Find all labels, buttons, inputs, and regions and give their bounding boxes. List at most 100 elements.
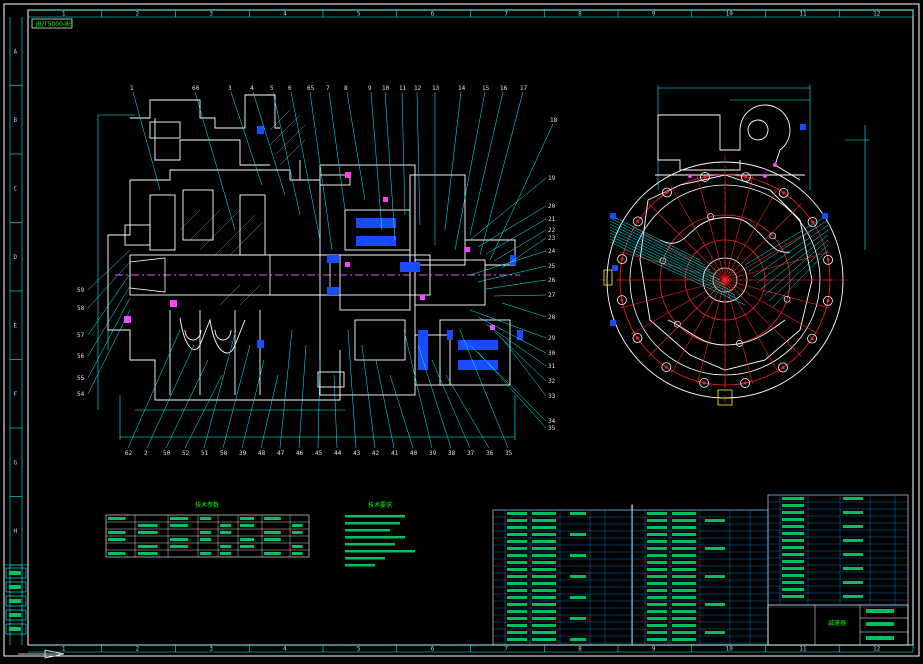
balloon-label-left: 56 (77, 353, 85, 360)
bom-row-mark (672, 596, 696, 599)
balloon-label-bottom: 38 (448, 450, 456, 457)
balloon-label-top: 16 (500, 85, 508, 92)
bom-row-mark (570, 533, 586, 536)
tech-req-lines (345, 515, 415, 567)
corner-stamp: JB/T5000-85 (31, 18, 73, 29)
balloon-label-right: 28 (548, 314, 556, 321)
balloon-label-bottom: 52 (182, 450, 190, 457)
bom-row-mark (647, 533, 667, 536)
bom-row-mark (705, 603, 725, 606)
balloon-label-bottom: 46 (296, 450, 304, 457)
bom-row-mark (647, 540, 667, 543)
spec-cell-mark (220, 524, 232, 527)
spec-cell-mark (200, 552, 212, 555)
bolt-hole-center (781, 366, 785, 370)
bom-row-mark (647, 554, 667, 557)
bom-row-mark (647, 603, 667, 606)
bom-row-mark (532, 631, 556, 634)
balloon-label-bottom: 43 (353, 450, 361, 457)
balloon-label-top: 10 (382, 85, 390, 92)
title-block-name: 减速器 (828, 619, 846, 627)
leader-lines-left (87, 249, 131, 395)
balloon-label-left: 55 (77, 375, 85, 382)
bom-row-mark (782, 511, 804, 514)
bom-row-mark (672, 519, 696, 522)
tech-req-line (345, 515, 405, 518)
bottom-ruler-label: 7 (504, 646, 508, 653)
bom-row-mark (507, 512, 527, 515)
inner-border (27, 9, 914, 646)
bom-row-mark (507, 533, 527, 536)
bom-row-mark (532, 582, 556, 585)
bom-row-mark (647, 512, 667, 515)
bom-row-mark (570, 554, 586, 557)
bom-row-mark (532, 547, 556, 550)
balloon-label-bottom: 36 (486, 450, 494, 457)
bom-row-mark (782, 504, 804, 507)
spec-cell-mark (264, 538, 281, 541)
balloon-label-top: 8 (344, 85, 348, 92)
orientation-arrow (18, 649, 65, 659)
spec-cell-mark (170, 538, 189, 541)
bom-row-mark (782, 546, 804, 549)
bom-row-mark (647, 610, 667, 613)
main-shaft (115, 254, 520, 296)
balloon-label-right: 34 (548, 418, 556, 425)
balloon-label-top: 15 (482, 85, 490, 92)
bom-row-mark (843, 539, 863, 542)
bom-row-mark (507, 624, 527, 627)
bom-row-mark (672, 540, 696, 543)
tech-req-line (345, 564, 375, 567)
bom-row-mark (647, 575, 667, 578)
balloon-label-bottom: 62 (125, 450, 133, 457)
bom-row-mark (672, 582, 696, 585)
balloon-label-top: 13 (432, 85, 440, 92)
cad-drawing-canvas: 1 2 3 4 5 6 7 8 9 10 11 12 1 2 3 4 5 6 7 8 9 10 11 12 ABCDEFGH… (3, 3, 920, 659)
balloon-label-top: 17 (520, 85, 528, 92)
balloon-label-top: 11 (399, 85, 407, 92)
balloon-label-bottom: 39 (239, 450, 247, 457)
balloon-label-right: 33 (548, 393, 556, 400)
bom-row-mark (672, 568, 696, 571)
end-view-details (603, 269, 733, 406)
balloon-label-left: 58 (77, 305, 85, 312)
bom-row-mark (532, 638, 556, 641)
bom-row-mark (672, 624, 696, 627)
balloon-label-right: 35 (548, 425, 556, 432)
bom-row-mark (672, 589, 696, 592)
bom-row-mark (705, 631, 725, 634)
left-ruler-label: F (14, 391, 18, 398)
spec-table: 技术参数 (105, 501, 310, 558)
top-ruler-label: 2 (136, 11, 140, 18)
spec-cell-mark (138, 531, 158, 534)
end-view-flange (639, 174, 813, 371)
bom-row-mark (647, 638, 667, 641)
balloon-label-top: 14 (458, 85, 466, 92)
balloon-label-bottom: 51 (201, 450, 209, 457)
bom-row-mark (647, 582, 667, 585)
bottom-ruler-label: 4 (283, 646, 287, 653)
spec-cell-mark (108, 517, 126, 520)
spec-cell-mark (138, 524, 158, 527)
bom-row-mark (507, 526, 527, 529)
bom-row-mark (507, 575, 527, 578)
top-ruler-label: 1 (62, 11, 66, 18)
balloon-label-right: 29 (548, 335, 556, 342)
balloon-label-bottom: 37 (467, 450, 475, 457)
bolt-hole-center (826, 299, 830, 303)
tech-req-title: 技术要求 (368, 501, 392, 509)
bolt-hole-center (703, 175, 707, 179)
spec-cell-mark (220, 531, 232, 534)
bom-row-mark (672, 526, 696, 529)
bom-row-mark (843, 553, 863, 556)
bom-row-mark (532, 603, 556, 606)
balloon-label-left: 54 (77, 391, 85, 398)
bom-row-mark (532, 533, 556, 536)
top-ruler-label: 12 (873, 11, 881, 18)
spec-cell-mark (292, 531, 303, 534)
section-view: 1 60 3 4 5 6 65 7 8 9 10 11 12 13 14 15 16 1718 192021222… (77, 85, 558, 457)
bottom-ruler-labels: 1 2 3 4 5 6 7 8 9 10 11 12 (62, 645, 914, 653)
left-ruler-label: A (14, 48, 18, 55)
balloon-label-right: 30 (548, 350, 556, 357)
balloon-label-top: 5 (270, 85, 274, 92)
